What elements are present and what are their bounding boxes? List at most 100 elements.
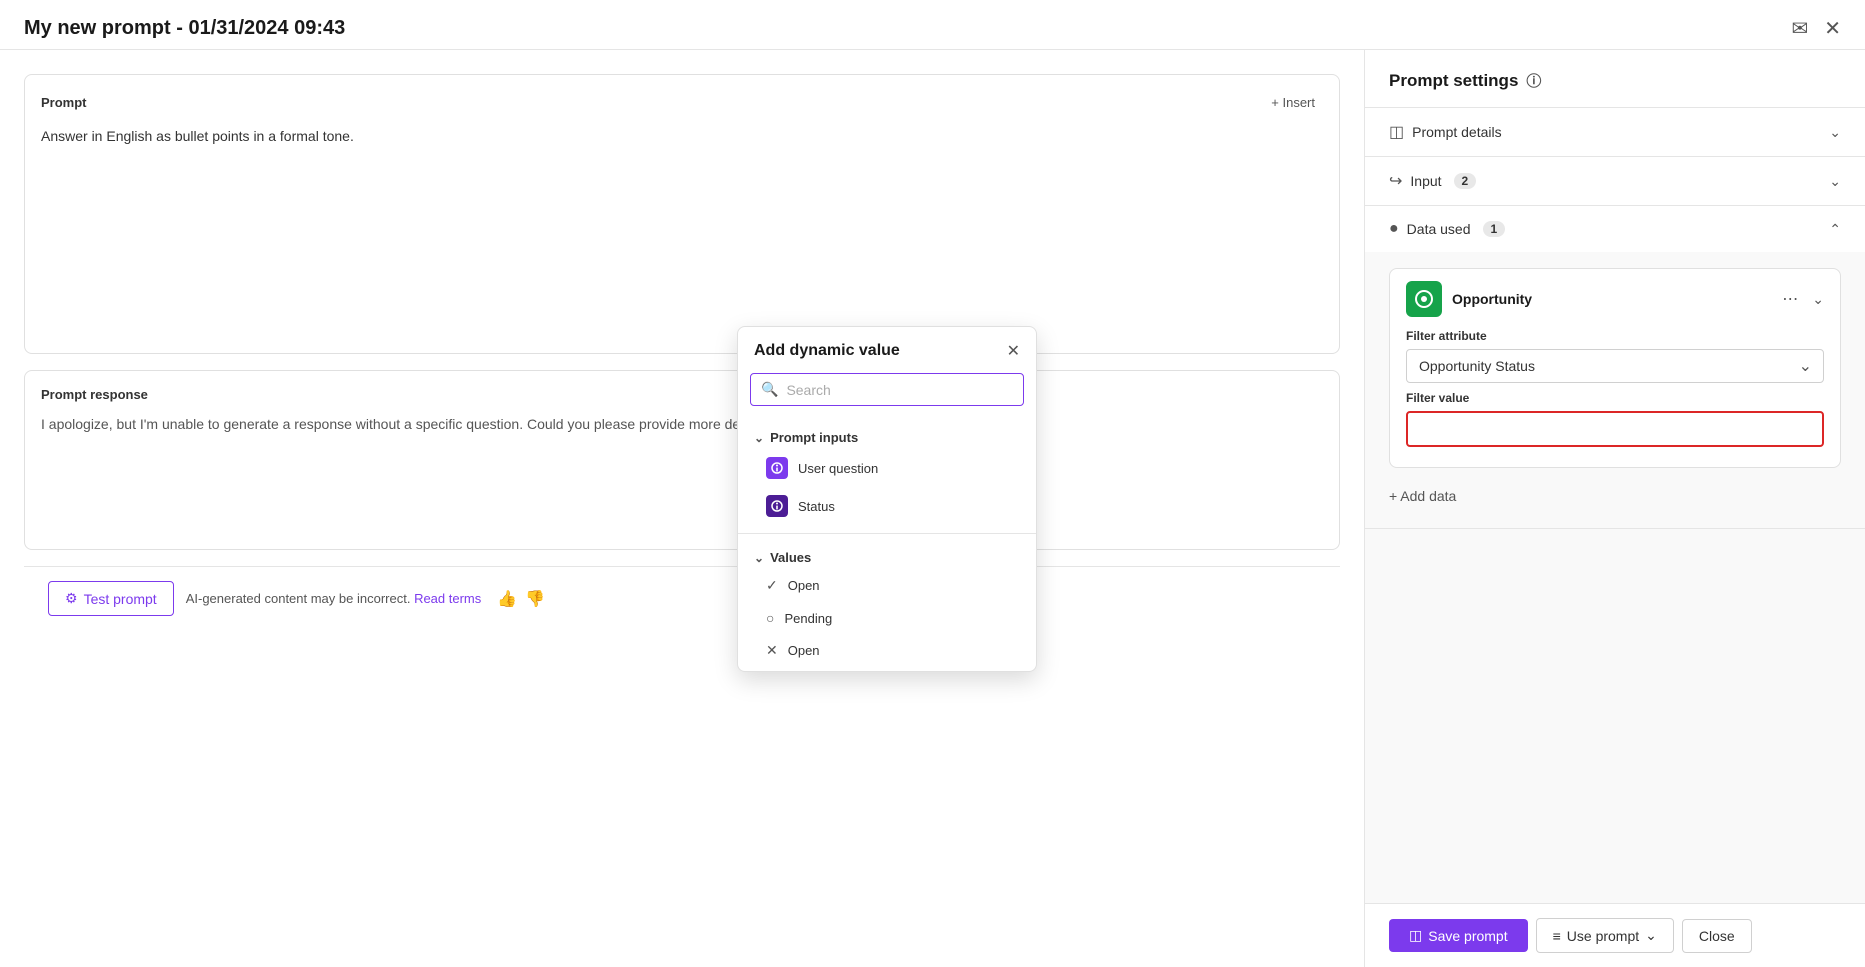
response-box-title: Prompt response	[41, 387, 1323, 402]
data-used-left: ● Data used 1	[1389, 220, 1505, 238]
prompt-details-chevron: ⌄	[1829, 124, 1841, 141]
value-open-x[interactable]: ✕ Open	[738, 634, 1036, 667]
values-header[interactable]: ⌄ Values	[738, 542, 1036, 569]
save-prompt-button[interactable]: ◫ Save prompt	[1389, 919, 1528, 952]
data-used-label: Data used	[1407, 221, 1471, 237]
user-question-item[interactable]: User question	[738, 449, 1036, 487]
ai-disclaimer: AI-generated content may be incorrect. R…	[186, 591, 482, 606]
value-open-check[interactable]: ✓ Open	[738, 569, 1036, 602]
check-icon: ✓	[766, 577, 778, 594]
input-badge: 2	[1454, 173, 1477, 189]
feedback-icons: 👍 👎	[497, 589, 545, 609]
opportunity-more-button[interactable]: ⋯	[1776, 287, 1804, 311]
search-input[interactable]	[786, 382, 1013, 398]
filter-attribute-section: Filter attribute Opportunity Status	[1406, 329, 1824, 383]
prompt-inputs-section: ⌄ Prompt inputs User question St	[738, 418, 1036, 529]
search-box[interactable]: 🔍	[750, 373, 1024, 406]
prompt-details-header[interactable]: ◫ Prompt details ⌄	[1365, 108, 1865, 156]
prompt-details-left: ◫ Prompt details	[1389, 122, 1502, 142]
user-question-icon	[766, 457, 788, 479]
response-box: Prompt response I apologize, but I'm una…	[24, 370, 1340, 550]
help-icon[interactable]: ✉	[1791, 16, 1808, 41]
thumbs-up-icon[interactable]: 👍	[497, 589, 517, 609]
left-bottom-bar: ⚙ Test prompt AI-generated content may b…	[24, 566, 1340, 630]
read-terms-link[interactable]: Read terms	[414, 591, 481, 606]
response-text: I apologize, but I'm unable to generate …	[41, 414, 1323, 435]
thumbs-down-icon[interactable]: 👎	[525, 589, 545, 609]
use-prompt-icon: ≡	[1553, 928, 1561, 944]
prompt-inputs-label: Prompt inputs	[770, 430, 858, 445]
user-question-label: User question	[798, 461, 878, 476]
insert-label: + Insert	[1271, 95, 1315, 110]
status-icon	[766, 495, 788, 517]
opportunity-card: Opportunity ⋯ ⌄ Filter attribute	[1389, 268, 1841, 468]
prompt-box: Prompt + Insert Answer in English as bul…	[24, 74, 1340, 354]
right-panel-header: Prompt settings ⓘ	[1365, 50, 1865, 108]
dropdown-header: Add dynamic value ✕	[738, 327, 1036, 373]
value-pending[interactable]: ○ Pending	[738, 602, 1036, 634]
input-label: Input	[1410, 173, 1441, 189]
data-used-badge: 1	[1483, 221, 1506, 237]
filter-attribute-select[interactable]: Opportunity Status	[1406, 349, 1824, 383]
clock-icon: ○	[766, 610, 774, 626]
status-label: Status	[798, 499, 835, 514]
pending-label: Pending	[784, 611, 832, 626]
prompt-details-label: Prompt details	[1412, 124, 1501, 140]
test-prompt-button[interactable]: ⚙ Test prompt	[48, 581, 174, 616]
prompt-text: Answer in English as bullet points in a …	[41, 126, 1323, 147]
use-prompt-chevron: ⌄	[1645, 927, 1657, 944]
divider	[738, 533, 1036, 534]
title-bar: My new prompt - 01/31/2024 09:43 ✉ ✕	[0, 0, 1865, 50]
prompt-box-header: Prompt + Insert	[41, 91, 1323, 114]
filter-select-wrapper: Opportunity Status	[1406, 349, 1824, 383]
data-used-header[interactable]: ● Data used 1 ⌃	[1365, 206, 1865, 252]
input-left: ↪ Input 2	[1389, 171, 1476, 191]
save-prompt-label: Save prompt	[1428, 928, 1507, 944]
close-right-label: Close	[1699, 928, 1735, 944]
status-item[interactable]: Status	[738, 487, 1036, 525]
opportunity-logo	[1406, 281, 1442, 317]
right-panel: Prompt settings ⓘ ◫ Prompt details ⌄ ↪	[1365, 50, 1865, 967]
use-prompt-label: Use prompt	[1567, 928, 1639, 944]
window-title: My new prompt - 01/31/2024 09:43	[24, 17, 345, 40]
dropdown-title: Add dynamic value	[754, 342, 900, 360]
opportunity-logo-svg	[1414, 289, 1434, 309]
add-data-label: + Add data	[1389, 488, 1456, 504]
opportunity-actions: ⋯ ⌄	[1776, 287, 1824, 311]
close-right-button[interactable]: Close	[1682, 919, 1752, 953]
dropdown-close-button[interactable]: ✕	[1007, 341, 1020, 361]
values-section: ⌄ Values ✓ Open ○ Pending ✕ Open	[738, 538, 1036, 671]
add-data-button[interactable]: + Add data	[1389, 480, 1456, 512]
insert-button[interactable]: + Insert	[1263, 91, 1323, 114]
use-prompt-button[interactable]: ≡ Use prompt ⌄	[1536, 918, 1674, 953]
right-panel-bottom: ◫ Save prompt ≡ Use prompt ⌄ Close	[1365, 903, 1865, 967]
add-dynamic-value-popup: Add dynamic value ✕ 🔍 ⌄ Prompt inputs Us…	[737, 326, 1037, 672]
input-chevron: ⌄	[1829, 173, 1841, 190]
prompt-settings-title: Prompt settings	[1389, 71, 1518, 91]
prompt-inputs-header[interactable]: ⌄ Prompt inputs	[738, 422, 1036, 449]
opportunity-name: Opportunity	[1452, 291, 1532, 307]
filter-value-section: Filter value	[1406, 391, 1824, 447]
data-used-chevron: ⌃	[1829, 221, 1841, 238]
save-icon: ◫	[1409, 927, 1422, 944]
filter-value-label: Filter value	[1406, 391, 1824, 405]
input-icon: ↪	[1389, 171, 1402, 191]
filter-value-input[interactable]	[1406, 411, 1824, 447]
opportunity-card-header: Opportunity ⋯ ⌄	[1406, 281, 1824, 317]
disclaimer-text: AI-generated content may be incorrect.	[186, 591, 411, 606]
info-icon[interactable]: ⓘ	[1526, 70, 1541, 91]
input-header[interactable]: ↪ Input 2 ⌄	[1365, 157, 1865, 205]
data-used-content: Opportunity ⋯ ⌄ Filter attribute	[1365, 252, 1865, 528]
data-used-icon: ●	[1389, 220, 1399, 238]
opportunity-chevron[interactable]: ⌄	[1812, 291, 1824, 308]
test-prompt-label: Test prompt	[84, 591, 157, 607]
close-icon[interactable]: ✕	[1824, 16, 1841, 41]
details-icon: ◫	[1389, 122, 1404, 142]
open-label-2: Open	[788, 643, 820, 658]
title-bar-actions: ✉ ✕	[1791, 16, 1841, 41]
values-label: Values	[770, 550, 811, 565]
accordion-prompt-details: ◫ Prompt details ⌄	[1365, 108, 1865, 157]
test-prompt-icon: ⚙	[65, 590, 78, 607]
prompt-inputs-chevron: ⌄	[754, 431, 764, 445]
opportunity-card-left: Opportunity	[1406, 281, 1532, 317]
